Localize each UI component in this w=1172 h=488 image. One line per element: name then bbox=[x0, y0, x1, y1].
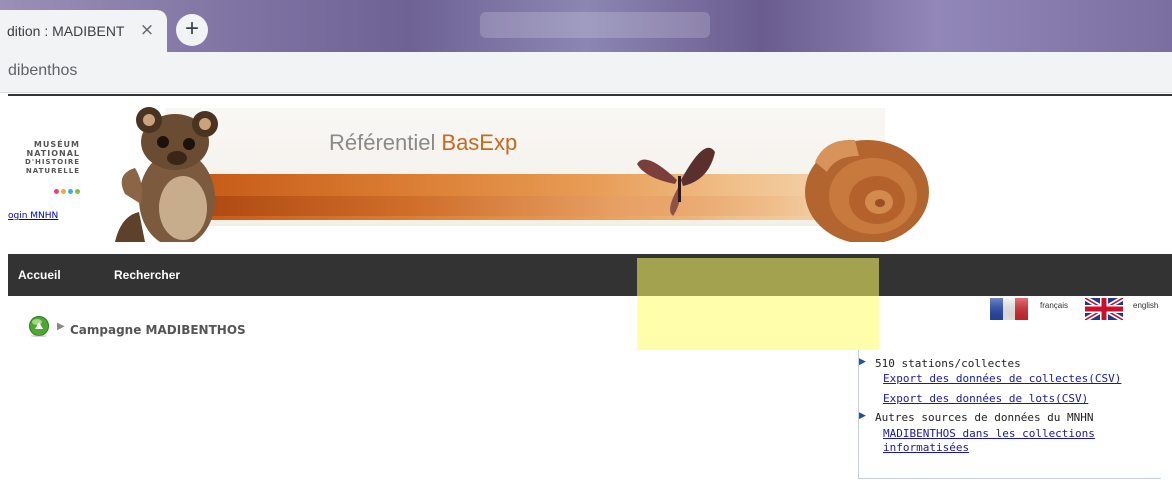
butterfly-illustration-icon bbox=[637, 147, 715, 216]
lemur-illustration-icon bbox=[115, 107, 218, 242]
collections-link-continued[interactable]: informatisées bbox=[883, 441, 969, 454]
collections-link[interactable]: MADIBENTHOS dans les collections bbox=[883, 427, 1095, 440]
export-lots-link[interactable]: Export des données de lots(CSV) bbox=[883, 392, 1088, 405]
english-label[interactable]: english bbox=[1133, 301, 1158, 310]
logo-dot bbox=[61, 189, 66, 194]
login-link[interactable]: ogin MNHN bbox=[8, 211, 58, 221]
logo-dot bbox=[68, 189, 73, 194]
mnhn-logo[interactable]: MUSÉUM NATIONAL D'HISTOIRE NATURELLE bbox=[10, 140, 80, 198]
bullet-arrow-icon: ▶ bbox=[859, 411, 866, 421]
address-bar[interactable]: dibenthos bbox=[0, 52, 1172, 93]
page-top-divider bbox=[8, 94, 1172, 96]
breadcrumb-current: Campagne MADIBENTHOS bbox=[70, 323, 246, 337]
logo-line: NATURELLE bbox=[25, 167, 80, 175]
ammonite-shell-icon bbox=[805, 139, 929, 242]
bullet-arrow-icon: ▶ bbox=[859, 357, 866, 367]
banner-title-text: Référentiel bbox=[329, 130, 436, 155]
banner-title: Référentiel BasExp bbox=[329, 130, 517, 156]
french-flag-icon[interactable] bbox=[990, 298, 1028, 320]
tab-title: dition : MADIBENT bbox=[7, 23, 125, 39]
logo-line: D'HISTOIRE bbox=[25, 158, 80, 166]
breadcrumb-separator-icon: ▶ bbox=[57, 321, 65, 332]
banner-stripe-dark bbox=[200, 196, 830, 216]
browser-tab-strip: dition : MADIBENT × + bbox=[0, 0, 1172, 52]
other-sources-label: Autres sources de données du MNHN bbox=[875, 411, 1094, 424]
active-tab[interactable]: dition : MADIBENT × bbox=[0, 10, 167, 52]
language-english[interactable]: english bbox=[1085, 298, 1169, 322]
language-french[interactable]: français bbox=[990, 298, 1072, 322]
main-nav: Accueil Rechercher bbox=[8, 254, 1172, 296]
logo-dot bbox=[75, 189, 80, 194]
french-label[interactable]: français bbox=[1040, 301, 1068, 310]
uk-flag-icon[interactable] bbox=[1085, 298, 1123, 320]
banner-image: Référentiel BasExp bbox=[105, 104, 945, 242]
home-icon[interactable] bbox=[28, 315, 50, 337]
nav-item-rechercher[interactable]: Rechercher bbox=[114, 268, 180, 282]
logo-line: MUSÉUM bbox=[33, 140, 80, 149]
export-collectes-link[interactable]: Export des données de collectes(CSV) bbox=[883, 372, 1121, 385]
logo-line: NATIONAL bbox=[26, 149, 80, 158]
data-sources-box: ▶ 510 stations/collectes Export des donn… bbox=[858, 350, 1161, 479]
nav-item-accueil[interactable]: Accueil bbox=[18, 268, 61, 282]
new-tab-button[interactable]: + bbox=[176, 14, 208, 46]
tab-close-icon[interactable]: × bbox=[138, 19, 156, 41]
highlight-overlay bbox=[637, 258, 879, 350]
logo-dots bbox=[10, 179, 80, 198]
banner-title-highlight: BasExp bbox=[441, 130, 518, 155]
background-tab[interactable] bbox=[480, 12, 710, 38]
stations-count: 510 stations/collectes bbox=[875, 357, 1021, 370]
address-text[interactable]: dibenthos bbox=[8, 62, 77, 80]
logo-dot bbox=[54, 189, 59, 194]
